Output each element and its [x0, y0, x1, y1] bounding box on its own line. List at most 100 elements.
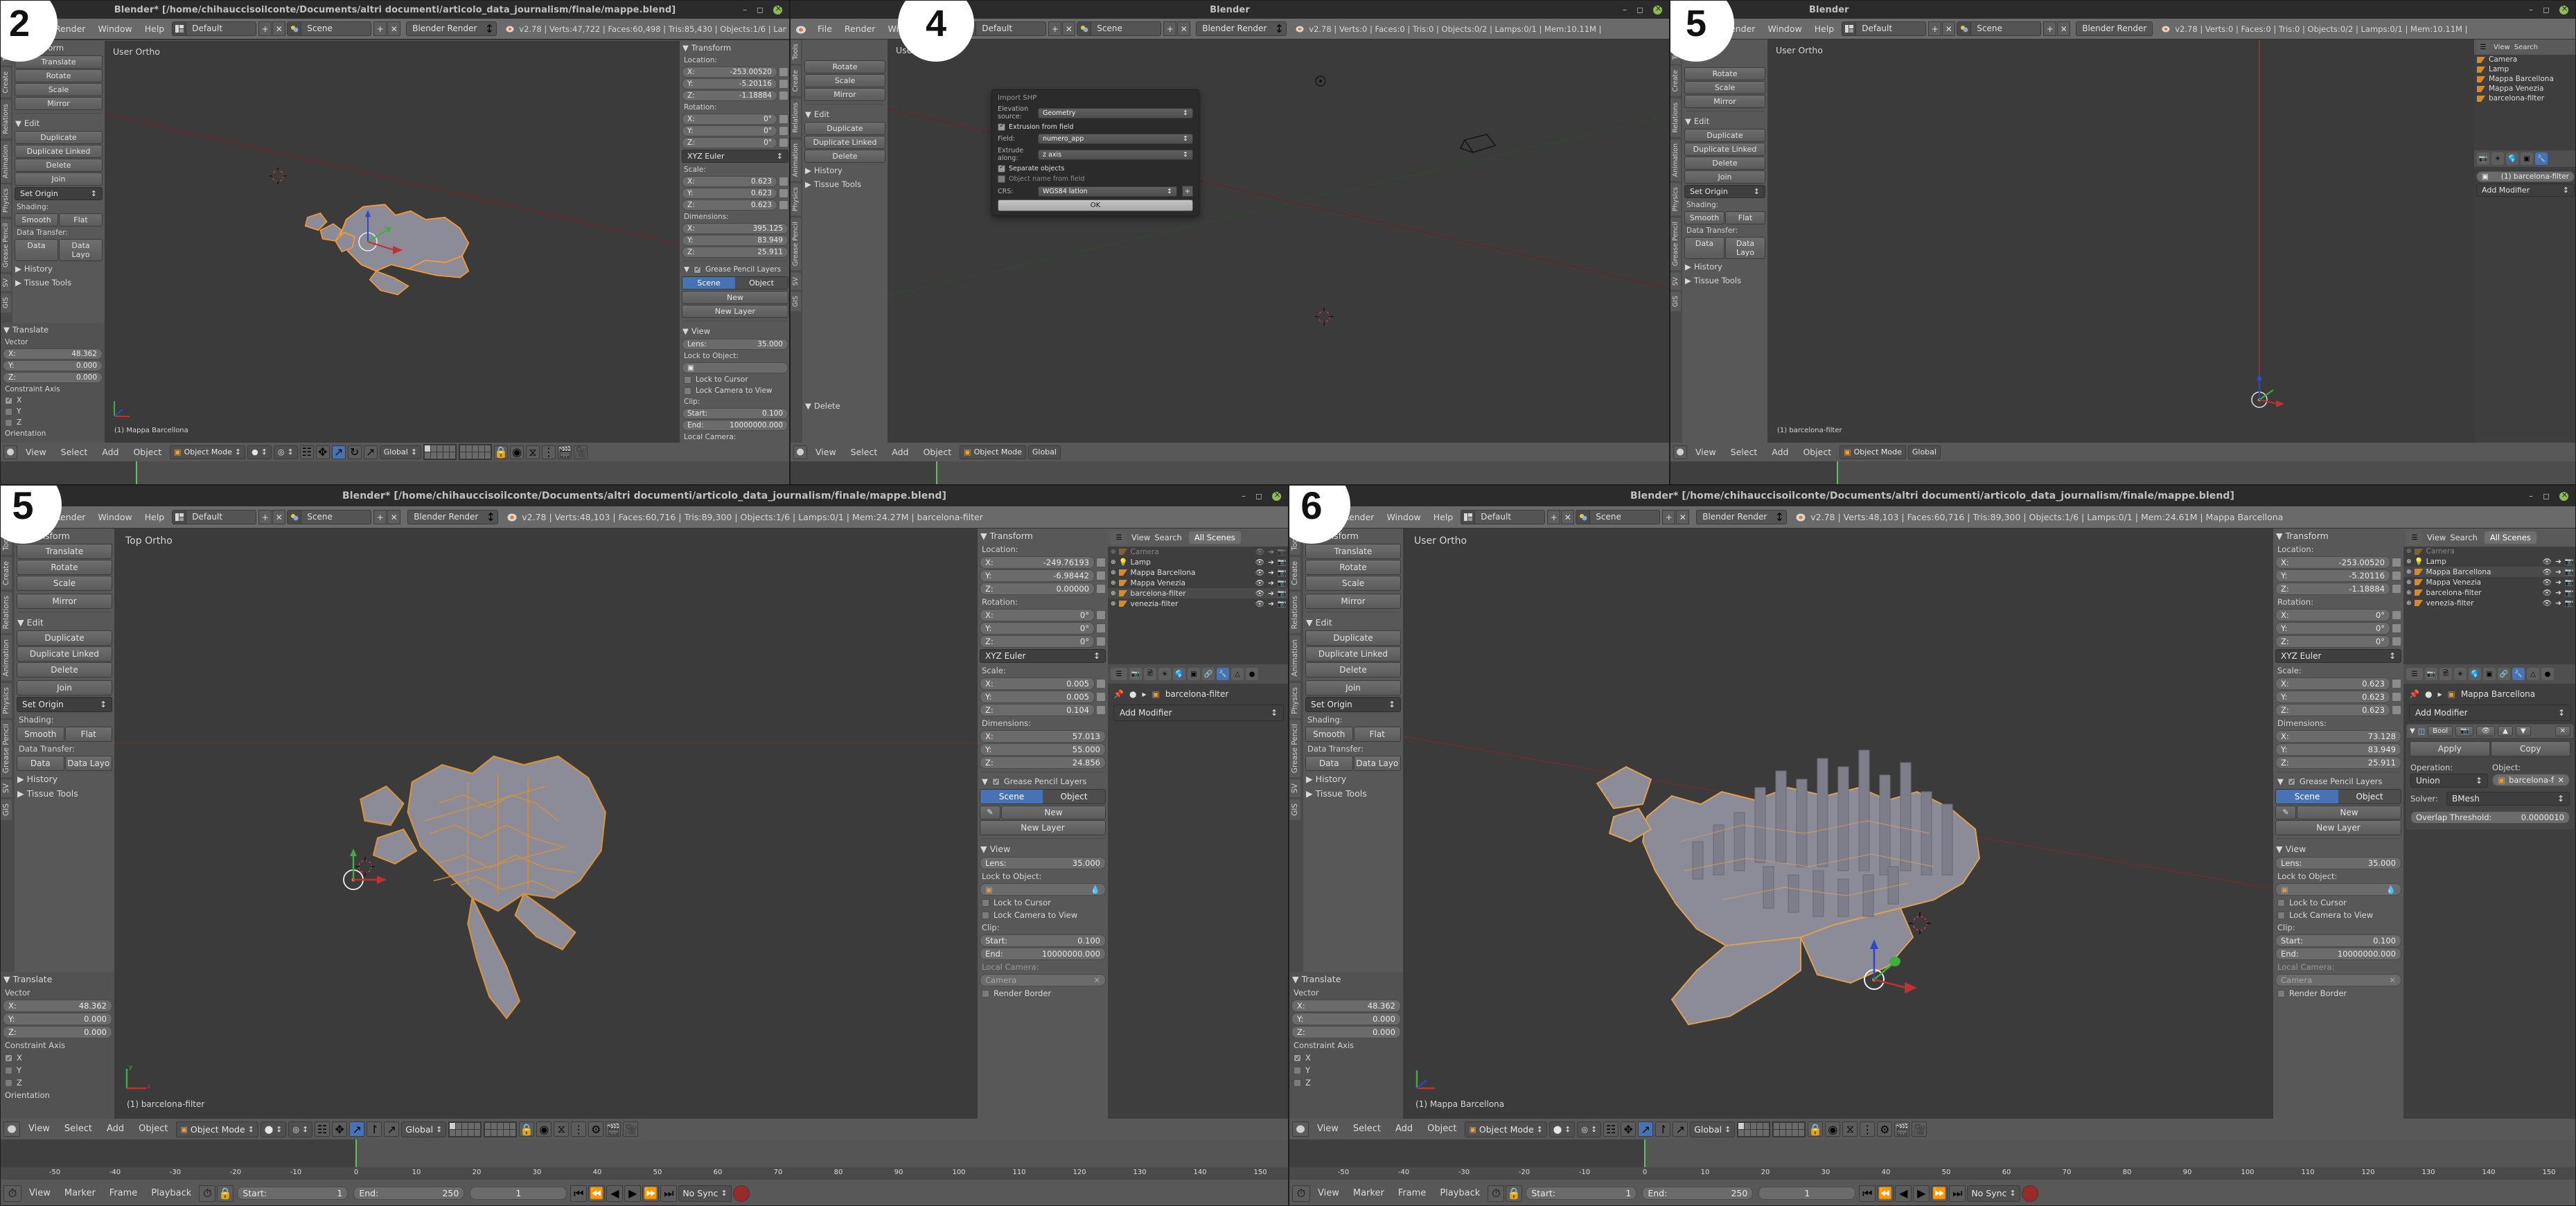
eye-icon[interactable]: 👁	[1255, 547, 1264, 556]
history-panel-title[interactable]: ▶ History	[1682, 260, 1767, 274]
dimensions-x-field[interactable]: X: 57.013	[980, 730, 1106, 743]
gp-new-button[interactable]: New	[1001, 806, 1106, 819]
transform-title[interactable]: ▼ Transform	[680, 41, 789, 55]
row-icons[interactable]: 👁 ➔ 📷	[2543, 567, 2574, 577]
rotate-button[interactable]: Rotate	[1684, 67, 1765, 80]
close-icon[interactable]: ✕	[2389, 975, 2396, 985]
duplicate-linked-button[interactable]: Duplicate Linked	[17, 646, 112, 662]
current-frame-field[interactable]: 1	[470, 1187, 567, 1200]
snap-element-icon[interactable]: ⋮	[1860, 1121, 1876, 1137]
row-icons[interactable]: 👁 ➔ 📷	[1255, 558, 1287, 567]
maximize-icon[interactable]: ◻	[757, 5, 764, 15]
tissue-tools-panel-title[interactable]: ▶ Tissue Tools	[15, 786, 114, 801]
data-button[interactable]: Data	[1684, 237, 1724, 259]
add-crs-button[interactable]: +	[1182, 186, 1193, 197]
object-icon[interactable]: ▣	[2483, 668, 2496, 680]
snap-magnet-icon[interactable]: ⧖	[1842, 1121, 1858, 1137]
location-x-field[interactable]: X: -249.76193	[980, 556, 1095, 569]
delete-scene-button[interactable]: ✕	[2057, 21, 2071, 36]
delete-layout-button[interactable]: ✕	[1561, 510, 1575, 524]
menu-help[interactable]: Help	[139, 19, 171, 39]
gp-object-tab[interactable]: Object	[2338, 790, 2401, 804]
scene-layers-bottom[interactable]	[484, 1121, 518, 1137]
gp-scene-tab[interactable]: Scene	[682, 277, 735, 289]
checkbox-icon[interactable]	[1294, 1079, 1301, 1087]
view-panel-title[interactable]: ▼ View	[680, 324, 789, 338]
timeline-body[interactable]: -50 -40 -30 -20 -10 0 10 20 30 40 50 60 …	[1289, 1140, 2575, 1180]
scene-selector[interactable]: Scene	[1576, 510, 1661, 524]
scale-z-field[interactable]: Z: 0.623	[682, 199, 777, 211]
editor-type-icon[interactable]: ⏱	[3, 1185, 21, 1202]
view-panel-title[interactable]: ▼ View	[978, 842, 1108, 856]
eye-icon[interactable]: 👁	[1255, 589, 1264, 598]
outliner-menu-search[interactable]: Search	[1154, 533, 1182, 542]
cursor-icon[interactable]: ➔	[2555, 599, 2561, 608]
rotation-mode-dropdown[interactable]: XYZ Euler ↕	[2275, 649, 2401, 663]
lock-icon[interactable]	[1096, 705, 1106, 715]
scale-z-field[interactable]: Z: 0.104	[980, 704, 1095, 716]
gp-new-button[interactable]: New	[682, 291, 788, 304]
outliner-item-lamp[interactable]: Lamp	[2474, 64, 2575, 74]
pin-icon[interactable]: 📌	[2409, 689, 2419, 699]
interaction-mode-selector[interactable]: ▣ Object Mode	[1840, 445, 1906, 459]
timeline-ruler[interactable]	[1, 473, 789, 484]
expand-icon[interactable]: ⊕	[2406, 569, 2412, 576]
minimize-icon[interactable]: –	[1623, 5, 1627, 15]
mirror-button[interactable]: Mirror	[804, 88, 885, 101]
checkbox-icon[interactable]	[5, 418, 12, 427]
vector-z-field[interactable]: Z: 0.000	[3, 1026, 112, 1038]
tab-relations[interactable]: Relations	[1670, 98, 1681, 137]
constraint-z-row[interactable]: Z	[1289, 1076, 1403, 1089]
mirror-button[interactable]: Mirror	[15, 97, 103, 110]
vp-menu-select[interactable]: Select	[1347, 1119, 1387, 1140]
snap-magnet-icon[interactable]: ⧖	[526, 445, 540, 459]
checkbox-icon[interactable]	[998, 165, 1005, 172]
add-scene-button[interactable]: +	[2043, 21, 2057, 36]
gp-scene-tab[interactable]: Scene	[2276, 790, 2338, 804]
lock-object-field[interactable]: ▣ 💧	[2275, 883, 2401, 896]
world-icon[interactable]: 🌎	[2506, 152, 2518, 165]
edit-panel-title[interactable]: ▼ Edit	[802, 107, 888, 121]
viewport-shading-selector[interactable]: ⬤ ↕	[260, 1121, 287, 1137]
extrusion-from-field-row[interactable]: Extrusion from field	[998, 123, 1193, 131]
scene-selector[interactable]: Scene	[1957, 21, 2042, 36]
row-icons[interactable]: 👁 ➔ 📷	[2543, 557, 2574, 567]
duplicate-button[interactable]: Duplicate	[17, 630, 112, 646]
tab-grease-pencil[interactable]: Grease Pencil	[1670, 218, 1681, 271]
operator-title[interactable]: ▼ Translate	[1, 972, 114, 986]
move-down-icon[interactable]: ▼	[2515, 726, 2531, 736]
vp-menu-view[interactable]: View	[22, 1119, 56, 1140]
scene-layers-top[interactable]	[423, 444, 457, 460]
tab-gis[interactable]: GIS	[1, 799, 12, 821]
dimensions-y-field[interactable]: Y: 55.000	[980, 743, 1106, 756]
add-modifier-dropdown[interactable]: Add Modifier ↕	[2476, 184, 2575, 197]
location-z-field[interactable]: Z: 0.00000	[980, 583, 1095, 595]
checkbox-icon[interactable]	[684, 387, 691, 395]
keying-set-lock-icon[interactable]: 🔒	[1506, 1185, 1523, 1202]
smooth-button[interactable]: Smooth	[1305, 727, 1353, 742]
manipulator-translate-icon[interactable]: ↗	[331, 445, 346, 459]
snap-during-transform-icon[interactable]: ☷	[299, 445, 314, 459]
tissue-tools-panel-title[interactable]: ▶ Tissue Tools	[1303, 786, 1403, 801]
dimensions-y-field[interactable]: Y: 83.949	[2275, 743, 2401, 756]
vp-menu-view[interactable]: View	[1689, 443, 1722, 461]
local-camera-field[interactable]: Camera ✕	[2275, 974, 2401, 986]
menu-window[interactable]: Window	[1380, 506, 1427, 529]
tab-sv[interactable]: SV	[1, 779, 12, 798]
duplicate-button[interactable]: Duplicate	[1305, 630, 1401, 646]
expand-icon[interactable]: ⊕	[1111, 601, 1116, 608]
eye-icon[interactable]: 👁	[2543, 557, 2552, 566]
tl-menu-frame[interactable]: Frame	[1392, 1180, 1433, 1205]
location-y-field[interactable]: Y: -5.20116	[2275, 569, 2390, 582]
data-layout-button[interactable]: Data Layo	[64, 756, 112, 771]
object-icon[interactable]: ▣	[1188, 668, 1200, 680]
render-layers-icon[interactable]: 🖻	[2440, 668, 2452, 680]
checkbox-icon[interactable]	[684, 375, 691, 384]
opengl-render-anim-icon[interactable]: 🎥	[623, 1121, 639, 1137]
render-icon[interactable]: 📷	[2425, 668, 2437, 680]
local-camera-field[interactable]: Camera ✕	[980, 974, 1106, 986]
delete-button[interactable]: Delete	[15, 159, 103, 172]
checkbox-icon[interactable]	[982, 898, 989, 907]
outliner-item-venezia-filter[interactable]: ⊕ venezia-filter 👁 ➔ 📷	[2403, 598, 2575, 608]
data-button[interactable]: Data	[15, 239, 58, 261]
